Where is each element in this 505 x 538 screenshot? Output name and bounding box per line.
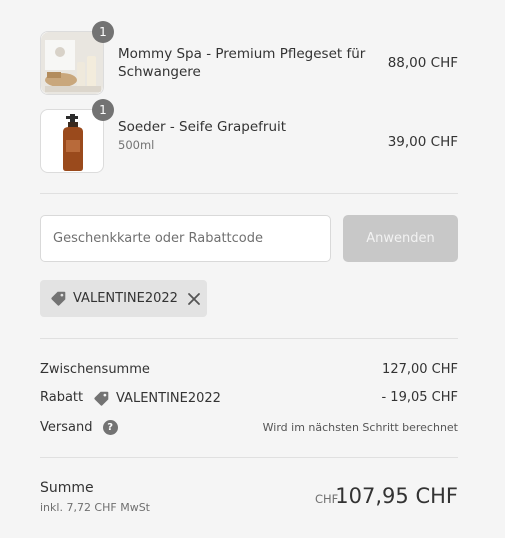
product-image-spa-set (41, 32, 103, 94)
discount-code-input[interactable] (40, 215, 331, 262)
line-item: 1 Soeder - Seife Grapefruit 500ml 39,00 … (40, 99, 458, 173)
item-title: Mommy Spa - Premium Pflegeset für Schwan… (118, 46, 366, 80)
item-title: Soeder - Seife Grapefruit (118, 119, 287, 135)
discount-value: - 19,05 CHF (381, 390, 458, 405)
subtotal-row: Zwischensumme 127,00 CHF (40, 362, 458, 382)
quantity-badge: 1 (92, 99, 114, 121)
subtotal-label: Zwischensumme (40, 362, 150, 377)
shipping-row: Versand ? Wird im nächsten Schritt berec… (40, 420, 458, 440)
shipping-label-group: Versand ? (40, 420, 118, 435)
product-image-soap-bottle (41, 110, 103, 172)
shipping-value: Wird im nächsten Schritt berechnet (262, 421, 458, 434)
total-value: 107,95 CHF (335, 484, 458, 508)
product-thumbnail: 1 (40, 21, 114, 95)
apply-discount-button[interactable]: Anwenden (343, 215, 458, 262)
divider (40, 457, 458, 458)
subtotal-value: 127,00 CHF (382, 362, 458, 377)
divider (40, 193, 458, 194)
discount-code-text: VALENTINE2022 (116, 391, 221, 406)
discount-code-display: VALENTINE2022 (93, 390, 221, 407)
product-thumbnail: 1 (40, 99, 114, 173)
question-circle-icon[interactable]: ? (102, 420, 118, 435)
tag-icon (94, 391, 109, 406)
item-price: 88,00 CHF (387, 55, 458, 71)
shipping-label: Versand (40, 420, 93, 435)
discount-label: Rabatt (40, 390, 84, 405)
tag-icon (51, 291, 66, 306)
item-price: 39,00 CHF (387, 134, 458, 150)
line-item: 1 Mommy Spa - Premium Pflegeset für Schw… (40, 21, 458, 95)
divider (40, 338, 458, 339)
applied-discount-code: VALENTINE2022 (73, 291, 178, 306)
quantity-badge: 1 (92, 21, 114, 43)
close-icon[interactable] (187, 292, 201, 306)
total-tax-note: inkl. 7,72 CHF MwSt (40, 501, 150, 514)
item-variant: 500ml (118, 138, 155, 152)
total-label: Summe (40, 480, 94, 496)
discount-row: Rabatt VALENTINE2022 - 19,05 CHF (40, 390, 458, 410)
applied-discount-tag: VALENTINE2022 (40, 280, 207, 317)
